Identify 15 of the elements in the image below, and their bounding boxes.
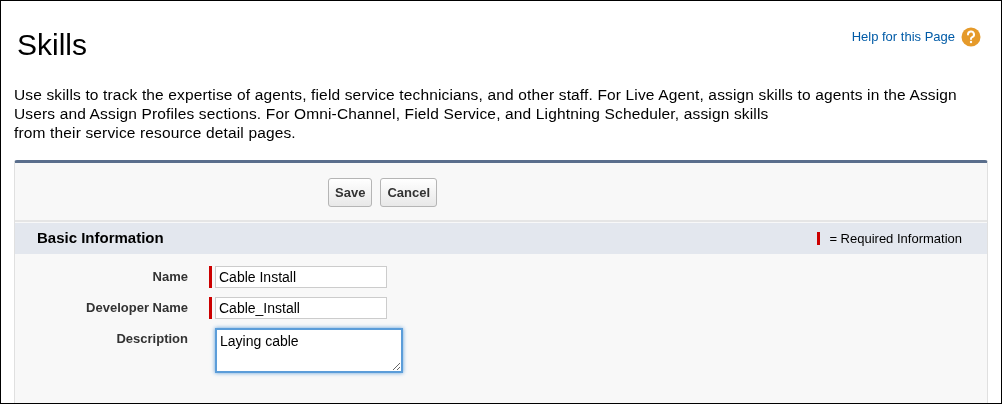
- field-label: Developer Name: [85, 299, 188, 317]
- field-label: Description: [115, 330, 188, 348]
- input-field[interactable]: Cable Install: [215, 266, 387, 288]
- page-title: Skills: [17, 27, 87, 63]
- help-link[interactable]: Help for this Page: [851, 27, 955, 47]
- required-legend: = Required Information: [829, 228, 962, 249]
- help-icon[interactable]: [961, 27, 981, 47]
- cancel-button[interactable]: Cancel: [380, 178, 437, 207]
- section-title: Basic Information: [37, 228, 164, 249]
- save-button[interactable]: Save: [328, 178, 373, 207]
- required-marker-icon: [817, 232, 821, 245]
- description-textarea[interactable]: Laying cable: [215, 328, 403, 373]
- field-label: Name: [151, 268, 188, 286]
- input-field[interactable]: Cable_Install: [215, 297, 387, 319]
- description-text: Use skills to track the expertise of agents, field service technicians, and other staff. For Live Agent, assign skills to agents in the Assign Users and Assign Profiles sections. For Omni-Channel, Field Service, and Lightning Scheduler, assign skills from their service resource detail pages.: [13, 85, 958, 142]
